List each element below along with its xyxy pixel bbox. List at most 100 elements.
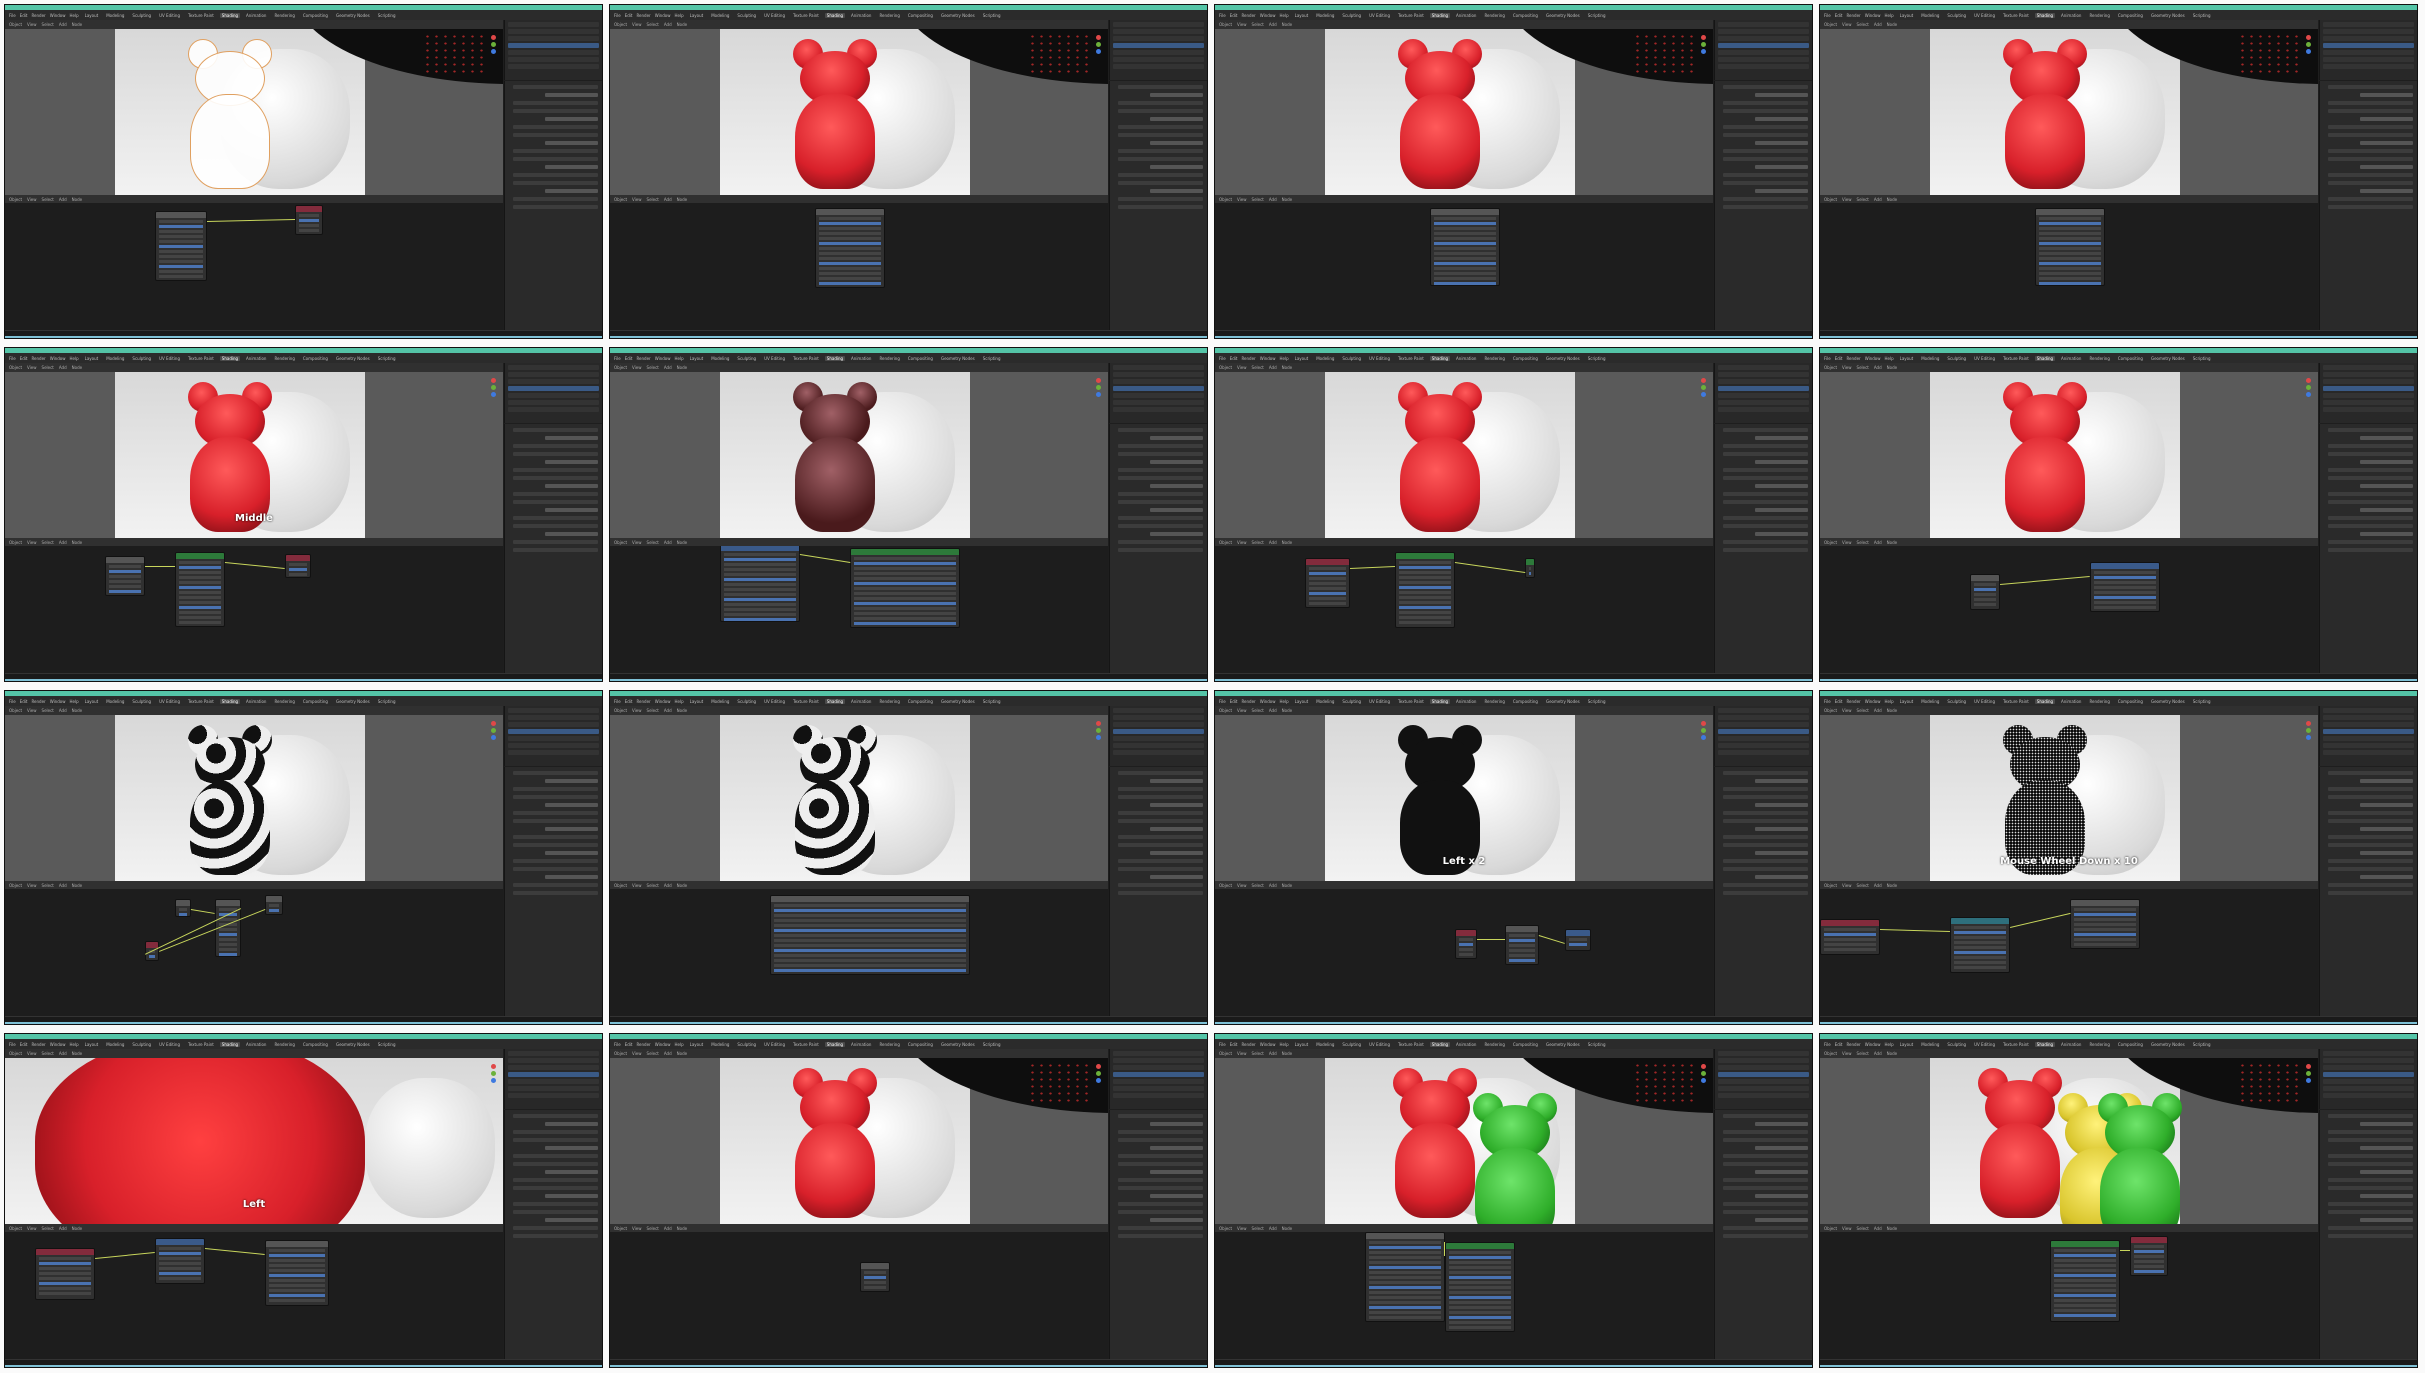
workspace-tab[interactable]: Shading bbox=[824, 698, 846, 704]
navigation-gizmo[interactable] bbox=[1696, 719, 1710, 759]
outliner-row[interactable] bbox=[1718, 1093, 1809, 1098]
outliner-row[interactable] bbox=[1113, 1065, 1204, 1070]
property-row[interactable] bbox=[2360, 189, 2413, 193]
outliner-panel[interactable] bbox=[504, 20, 602, 80]
workspace-tab[interactable]: Scripting bbox=[376, 699, 398, 704]
workspace-tab[interactable]: Rendering bbox=[877, 13, 901, 18]
node-editor-menu[interactable]: Add bbox=[664, 197, 672, 202]
property-row[interactable] bbox=[2328, 1186, 2413, 1190]
outliner-row[interactable] bbox=[2323, 50, 2414, 55]
property-row[interactable] bbox=[1118, 101, 1203, 105]
workspace-tab[interactable]: Shading bbox=[1429, 355, 1451, 361]
properties-panel[interactable] bbox=[1109, 767, 1207, 1016]
axis-dot-icon[interactable] bbox=[2305, 728, 2311, 733]
node-editor-menu[interactable]: Node bbox=[72, 883, 82, 888]
viewport-menu[interactable]: Node bbox=[72, 365, 82, 370]
menu-window[interactable]: Window bbox=[50, 356, 66, 361]
menu-window[interactable]: Window bbox=[655, 699, 671, 704]
3d-viewport[interactable]: Left bbox=[5, 1058, 503, 1224]
property-row[interactable] bbox=[2328, 771, 2413, 775]
node-editor-menu[interactable]: Select bbox=[42, 540, 54, 545]
node-header[interactable] bbox=[266, 1241, 328, 1247]
property-row[interactable] bbox=[2328, 883, 2413, 887]
property-row[interactable] bbox=[1118, 476, 1203, 480]
node-editor-menu[interactable]: Select bbox=[1857, 1226, 1869, 1231]
property-row[interactable] bbox=[1723, 867, 1808, 871]
viewport-menu[interactable]: Select bbox=[647, 1051, 659, 1056]
property-row[interactable] bbox=[1723, 157, 1808, 161]
outliner-row[interactable] bbox=[508, 1093, 599, 1098]
viewport-menu[interactable]: Object bbox=[1219, 708, 1232, 713]
shader-node[interactable] bbox=[770, 895, 970, 975]
property-row[interactable] bbox=[2328, 819, 2413, 823]
3d-viewport[interactable]: Middle bbox=[5, 372, 503, 538]
property-row[interactable] bbox=[2328, 859, 2413, 863]
property-row[interactable] bbox=[1723, 1210, 1808, 1214]
node-editor-menu[interactable]: Select bbox=[1857, 540, 1869, 545]
axis-dot-icon[interactable] bbox=[1095, 42, 1101, 47]
menu-file[interactable]: File bbox=[614, 699, 621, 704]
outliner-row[interactable] bbox=[2323, 400, 2414, 405]
property-row[interactable] bbox=[513, 524, 598, 528]
property-row[interactable] bbox=[1150, 803, 1203, 807]
navigation-gizmo[interactable] bbox=[1696, 1062, 1710, 1102]
workspace-tab[interactable]: Sculpting bbox=[1945, 13, 1968, 18]
node-header[interactable] bbox=[1396, 553, 1454, 559]
properties-panel[interactable] bbox=[504, 1110, 602, 1359]
node-header[interactable] bbox=[1366, 1233, 1444, 1239]
property-row[interactable] bbox=[1118, 891, 1203, 895]
viewport-menu[interactable]: Add bbox=[664, 1051, 672, 1056]
properties-panel[interactable] bbox=[1714, 1110, 1812, 1359]
property-row[interactable] bbox=[1150, 141, 1203, 145]
outliner-row[interactable] bbox=[1718, 1065, 1809, 1070]
outliner-panel[interactable] bbox=[1109, 20, 1207, 80]
property-row[interactable] bbox=[2328, 787, 2413, 791]
viewport-menu[interactable]: Object bbox=[9, 1051, 22, 1056]
property-row[interactable] bbox=[513, 1114, 598, 1118]
property-row[interactable] bbox=[2328, 516, 2413, 520]
node-editor-menu[interactable]: View bbox=[1842, 540, 1852, 545]
property-row[interactable] bbox=[2328, 197, 2413, 201]
outliner-panel[interactable] bbox=[2319, 20, 2417, 80]
shader-node-editor[interactable] bbox=[1215, 889, 1713, 1016]
viewport-menu[interactable]: Select bbox=[647, 365, 659, 370]
property-row[interactable] bbox=[513, 85, 598, 89]
property-row[interactable] bbox=[513, 859, 598, 863]
property-row[interactable] bbox=[1723, 173, 1808, 177]
3d-viewport[interactable] bbox=[5, 29, 503, 195]
viewport-menu[interactable]: Add bbox=[59, 1051, 67, 1056]
workspace-tab[interactable]: Scripting bbox=[2191, 13, 2213, 18]
outliner-row[interactable] bbox=[2323, 743, 2414, 748]
node-editor-menu[interactable]: View bbox=[1237, 1226, 1247, 1231]
node-editor-menu[interactable]: Node bbox=[677, 1226, 687, 1231]
workspace-tab[interactable]: Layout bbox=[83, 13, 101, 18]
node-editor-menu[interactable]: Select bbox=[1252, 1226, 1264, 1231]
node-editor-menu[interactable]: Add bbox=[664, 883, 672, 888]
workspace-tab[interactable]: Rendering bbox=[1482, 356, 1506, 361]
property-row[interactable] bbox=[1723, 1154, 1808, 1158]
outliner-row[interactable] bbox=[1113, 365, 1204, 370]
outliner-row[interactable] bbox=[508, 743, 599, 748]
property-row[interactable] bbox=[1723, 795, 1808, 799]
menu-file[interactable]: File bbox=[1219, 1042, 1226, 1047]
property-row[interactable] bbox=[2328, 468, 2413, 472]
workspace-tab[interactable]: Scripting bbox=[981, 13, 1003, 18]
outliner-row[interactable] bbox=[1113, 29, 1204, 34]
property-row[interactable] bbox=[1118, 125, 1203, 129]
property-row[interactable] bbox=[2328, 891, 2413, 895]
property-row[interactable] bbox=[2360, 827, 2413, 831]
menu-window[interactable]: Window bbox=[1865, 356, 1881, 361]
node-editor-menu[interactable]: View bbox=[1842, 1226, 1852, 1231]
workspace-tab[interactable]: Compositing bbox=[2116, 1042, 2145, 1047]
property-row[interactable] bbox=[1118, 1186, 1203, 1190]
workspace-tab[interactable]: Geometry Nodes bbox=[334, 699, 372, 704]
workspace-tab[interactable]: Scripting bbox=[1586, 1042, 1608, 1047]
node-editor-menu[interactable]: Object bbox=[1219, 1226, 1232, 1231]
workspace-tab[interactable]: Scripting bbox=[2191, 356, 2213, 361]
node-editor-menu[interactable]: Object bbox=[1219, 540, 1232, 545]
workspace-tab[interactable]: UV Editing bbox=[1972, 1042, 1997, 1047]
outliner-row[interactable] bbox=[2323, 1093, 2414, 1098]
shader-node[interactable] bbox=[35, 1248, 95, 1300]
outliner-row[interactable] bbox=[1718, 386, 1809, 391]
outliner-row[interactable] bbox=[508, 379, 599, 384]
